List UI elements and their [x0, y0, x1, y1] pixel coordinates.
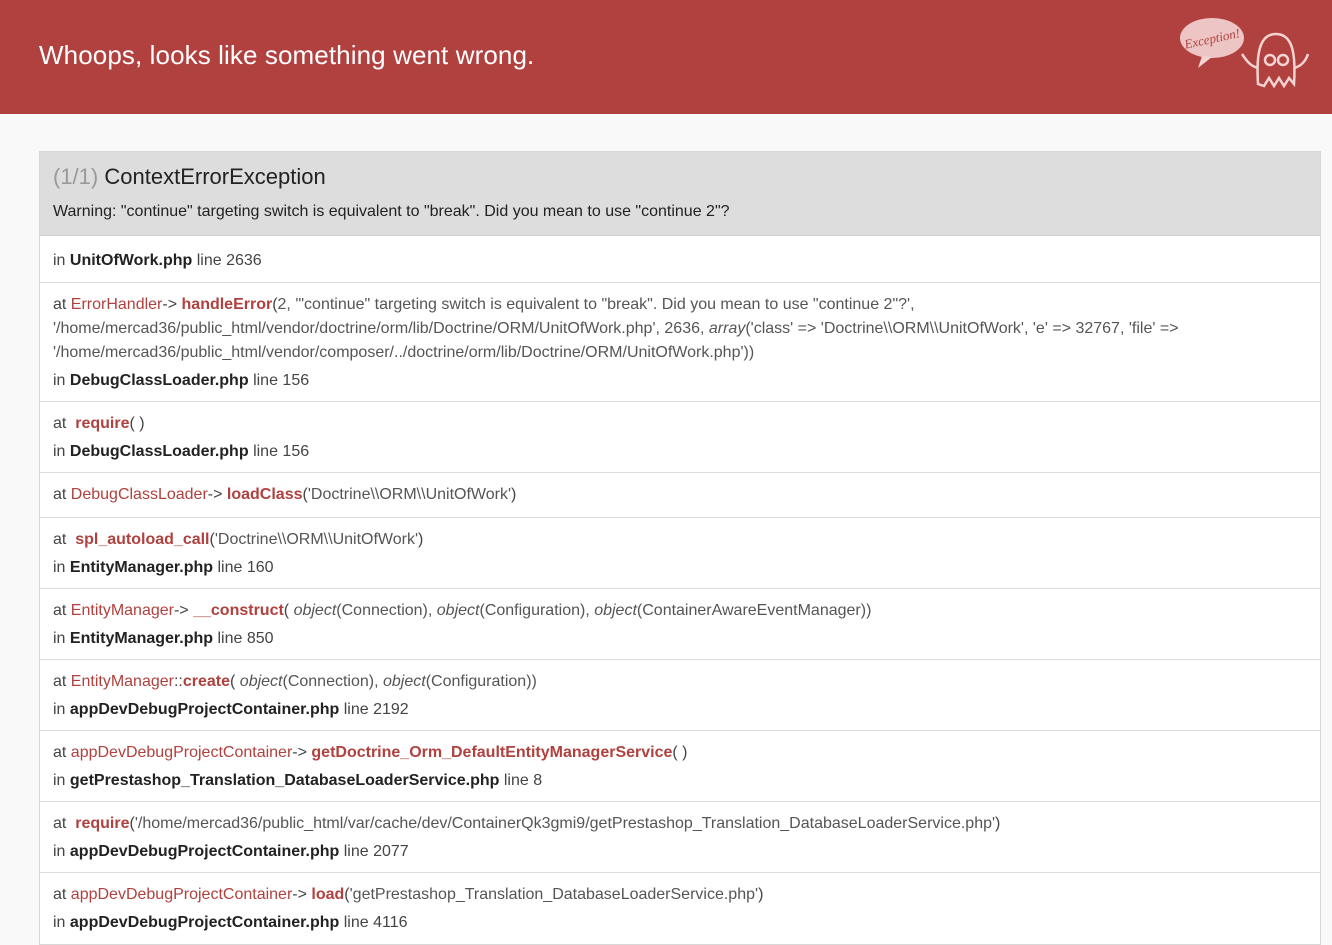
trace-function: handleError — [181, 296, 273, 313]
trace-class: ErrorHandler — [70, 296, 163, 313]
exception-ghost-icon: Exception! — [1180, 18, 1310, 89]
trace-row: at appDevDebugProjectContainer-> getDoct… — [40, 731, 1320, 802]
trace-function: __construct — [193, 602, 284, 619]
trace-function: require — [75, 415, 130, 432]
trace-row: in UnitOfWork.php line 2636 — [40, 236, 1320, 283]
trace-class: appDevDebugProjectContainer — [70, 886, 293, 903]
page-title: Whoops, looks like something went wrong. — [39, 40, 535, 70]
trace-line: line 2077 — [343, 843, 409, 860]
trace-line: line 8 — [503, 772, 543, 789]
trace-line: line 850 — [217, 630, 274, 647]
trace-line: line 4116 — [343, 914, 408, 931]
trace-function: create — [182, 673, 231, 690]
trace-row: at appDevDebugProjectContainer-> load('g… — [53, 886, 764, 931]
exception-header: (1/1) ContextErrorException Warning: "co… — [40, 152, 1320, 236]
trace-row: at require( ) in DebugClassLoader.php li… — [40, 402, 1320, 473]
trace-file: getPrestashop_Translation_DatabaseLoader… — [69, 772, 500, 789]
trace-row: at EntityManager::create( object(Connect… — [40, 660, 1320, 731]
exception-message: Warning: "continue" targeting switch is … — [53, 203, 730, 220]
trace-line: line 160 — [217, 559, 274, 576]
trace-file: EntityManager.php — [69, 559, 214, 576]
trace-file: appDevDebugProjectContainer.php — [69, 701, 340, 718]
trace-function: load — [311, 886, 345, 903]
trace-class: EntityManager — [70, 673, 174, 690]
trace-file: appDevDebugProjectContainer.php — [69, 843, 340, 860]
trace-function: spl_autoload_call — [75, 531, 210, 548]
trace-line: line 2636 — [196, 252, 262, 269]
exception-panel: (1/1) ContextErrorException Warning: "co… — [39, 151, 1321, 945]
trace-file: DebugClassLoader.php — [69, 443, 249, 460]
trace-file: EntityManager.php — [69, 630, 214, 647]
trace-row: at DebugClassLoader-> loadClass('Doctrin… — [40, 473, 1320, 518]
trace-line: line 156 — [253, 372, 310, 389]
exception-count: (1/1) — [53, 164, 99, 189]
error-header: Whoops, looks like something went wrong.… — [0, 0, 1332, 114]
trace-function: require — [75, 815, 130, 832]
trace-row: at ErrorHandler-> handleError(2, '"conti… — [40, 283, 1320, 402]
exception-title: (1/1) ContextErrorException — [53, 164, 326, 190]
trace-file: UnitOfWork.php — [69, 252, 193, 269]
trace-function: loadClass — [226, 486, 303, 503]
trace-file: appDevDebugProjectContainer.php — [69, 914, 340, 931]
trace-function: getDoctrine_Orm_DefaultEntityManagerServ… — [311, 744, 673, 761]
trace-row: at spl_autoload_call('Doctrine\\ORM\\Uni… — [40, 518, 1320, 589]
trace-line: line 156 — [253, 443, 310, 460]
trace-class: appDevDebugProjectContainer — [70, 744, 293, 761]
trace-class: EntityManager — [70, 602, 174, 619]
trace-file: DebugClassLoader.php — [69, 372, 249, 389]
exception-name: ContextErrorException — [104, 164, 326, 189]
trace-row: at EntityManager-> __construct( object(C… — [40, 589, 1320, 660]
trace-class: DebugClassLoader — [70, 486, 208, 503]
trace-line: line 2192 — [343, 701, 409, 718]
trace-row: at require('/home/mercad36/public_html/v… — [40, 802, 1320, 873]
